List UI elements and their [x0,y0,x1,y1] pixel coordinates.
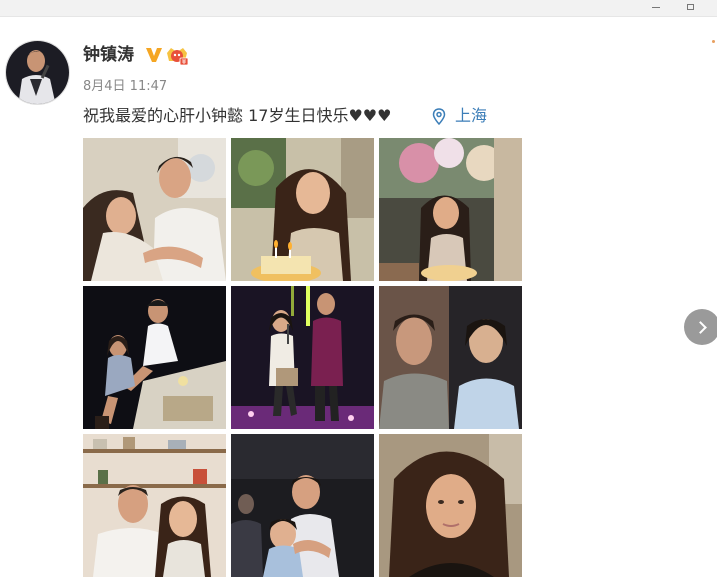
vip-crown-icon[interactable] [165,45,189,66]
photo-3[interactable] [379,138,522,281]
location-pin-icon [432,108,446,125]
photo-girl-selfie [379,434,522,577]
minimize-icon [652,6,660,8]
avatar[interactable] [5,40,70,105]
photo-girl-at-table-with-cake [379,138,522,281]
photo-5[interactable] [231,286,374,429]
photo-8[interactable] [231,434,374,577]
photo-2[interactable] [231,138,374,281]
photo-6[interactable] [379,286,522,429]
minimize-button[interactable] [645,0,667,14]
maximize-button[interactable] [679,0,701,14]
photo-old-and-young-portraits [379,286,522,429]
photo-duo-on-stage-steps [83,286,226,429]
photo-9[interactable] [379,434,522,577]
window-titlebar [0,0,717,17]
photo-4[interactable] [83,286,226,429]
post-timestamp[interactable]: 8月4日 11:47 [83,79,167,95]
next-button[interactable] [684,309,717,345]
username[interactable]: 钟镇涛 [83,44,134,66]
chevron-right-icon [693,320,707,334]
location-link[interactable]: 上海 [455,105,487,127]
photo-duo-singing-on-stage [231,286,374,429]
photo-girl-with-birthday-cake [231,138,374,281]
photo-duo-in-kitchen [83,434,226,577]
photo-father-daughter-hug [83,138,226,281]
photo-7[interactable] [83,434,226,577]
edge-decoration [712,40,715,43]
photo-1[interactable] [83,138,226,281]
post-text: 祝我最爱的心肝小钟懿 17岁生日快乐♥♥♥ [83,106,392,125]
photo-father-hugging-child [231,434,374,577]
maximize-icon [686,4,694,10]
verified-v-icon [146,48,162,62]
